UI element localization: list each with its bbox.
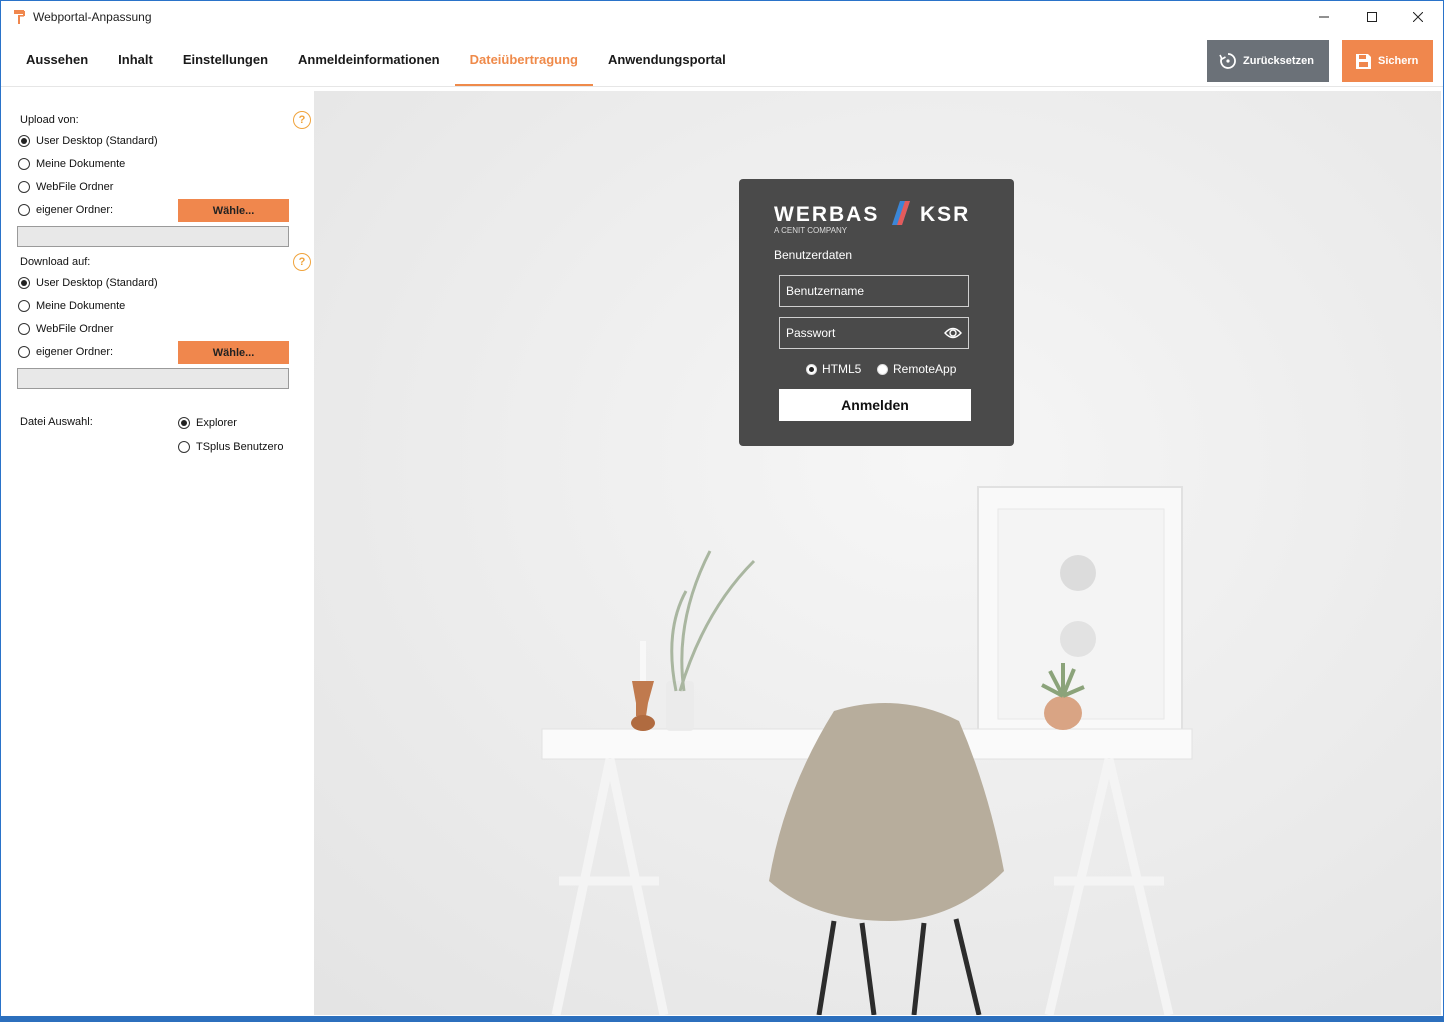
upload-choose-button[interactable]: Wähle... <box>178 199 289 222</box>
tab-inhalt[interactable]: Inhalt <box>103 41 168 87</box>
radio-icon <box>18 300 30 312</box>
login-button[interactable]: Anmelden <box>779 389 971 421</box>
option-label: TSplus Benutzero <box>196 441 284 453</box>
download-option-custom[interactable]: eigener Ordner: <box>18 346 113 358</box>
tab-bar: Aussehen Inhalt Einstellungen Anmeldeinf… <box>11 41 741 87</box>
save-label: Sichern <box>1378 55 1419 67</box>
maximize-icon <box>1367 12 1377 22</box>
upload-option-webfile[interactable]: WebFile Ordner <box>18 181 113 193</box>
tab-anwendungsportal[interactable]: Anwendungsportal <box>593 41 741 87</box>
help-icon[interactable]: ? <box>293 253 311 271</box>
option-label: User Desktop (Standard) <box>36 135 158 147</box>
title-bar: Webportal-Anpassung <box>1 1 1443 33</box>
option-label: WebFile Ordner <box>36 323 114 335</box>
upload-path-field[interactable] <box>17 226 289 247</box>
download-option-webfile[interactable]: WebFile Ordner <box>18 323 113 335</box>
window-title: Webportal-Anpassung <box>33 10 152 24</box>
logo-text-right: KSR <box>920 203 970 226</box>
login-card: WERBAS KSR A CENIT COMPANY Benutzerdaten… <box>739 179 1014 446</box>
radio-icon <box>18 323 30 335</box>
download-label: Download auf: <box>20 256 91 268</box>
portal-preview: WERBAS KSR A CENIT COMPANY Benutzerdaten… <box>314 91 1441 1015</box>
option-label: Meine Dokumente <box>36 300 126 312</box>
radio-icon <box>806 363 817 375</box>
tab-divider <box>1 86 1443 87</box>
radio-icon <box>18 135 30 147</box>
file-selection-label: Datei Auswahl: <box>20 416 93 428</box>
password-field[interactable]: Passwort <box>779 317 969 349</box>
option-label: WebFile Ordner <box>36 181 114 193</box>
upload-label: Upload von: <box>20 114 79 126</box>
radio-icon <box>178 441 190 453</box>
mode-html5[interactable]: HTML5 <box>806 362 861 376</box>
mode-label: HTML5 <box>822 362 862 376</box>
logo-subtitle: A CENIT COMPANY <box>774 226 848 235</box>
download-choose-button[interactable]: Wähle... <box>178 341 289 364</box>
upload-option-custom[interactable]: eigener Ordner: <box>18 204 113 216</box>
download-option-documents[interactable]: Meine Dokumente <box>18 300 125 312</box>
reset-label: Zurücksetzen <box>1243 55 1314 67</box>
tab-dateiuebertragung[interactable]: Dateiübertragung <box>454 41 594 87</box>
reset-icon <box>1219 53 1236 69</box>
file-selection-explorer[interactable]: Explorer <box>178 417 237 429</box>
radio-icon <box>18 158 30 170</box>
reset-button[interactable]: Zurücksetzen <box>1207 40 1329 82</box>
option-label: Explorer <box>196 417 237 429</box>
tab-aussehen[interactable]: Aussehen <box>11 41 103 87</box>
upload-option-documents[interactable]: Meine Dokumente <box>18 158 125 170</box>
radio-icon <box>18 277 30 289</box>
radio-icon <box>877 363 888 375</box>
minimize-button[interactable] <box>1301 1 1347 33</box>
tab-anmeldeinformationen[interactable]: Anmeldeinformationen <box>283 41 455 87</box>
option-label: User Desktop (Standard) <box>36 277 158 289</box>
file-selection-tsplus[interactable]: TSplus Benutzero <box>178 441 283 453</box>
radio-icon <box>18 204 30 216</box>
paint-roller-icon <box>14 10 25 24</box>
help-icon[interactable]: ? <box>293 111 311 129</box>
minimize-icon <box>1319 16 1329 18</box>
radio-icon <box>18 346 30 358</box>
mode-label: RemoteApp <box>893 362 957 376</box>
password-placeholder: Passwort <box>786 326 836 340</box>
werbas-ksr-logo: WERBAS KSR A CENIT COMPANY <box>774 201 970 235</box>
logo-text-left: WERBAS <box>774 203 879 226</box>
option-label: eigener Ordner: <box>36 346 114 358</box>
credentials-title: Benutzerdaten <box>774 248 853 262</box>
close-icon <box>1413 12 1423 22</box>
app-window: Webportal-Anpassung Aussehen Inhalt Eins… <box>0 0 1444 1022</box>
option-label: eigener Ordner: <box>36 204 114 216</box>
mode-remoteapp[interactable]: RemoteApp <box>877 362 956 376</box>
save-icon <box>1356 53 1371 69</box>
maximize-button[interactable] <box>1349 1 1395 33</box>
tab-einstellungen[interactable]: Einstellungen <box>168 41 283 87</box>
download-path-field[interactable] <box>17 368 289 389</box>
radio-icon <box>18 181 30 193</box>
username-field[interactable]: Benutzername <box>779 275 969 307</box>
close-button[interactable] <box>1395 1 1441 33</box>
upload-option-desktop[interactable]: User Desktop (Standard) <box>18 135 158 147</box>
radio-icon <box>178 417 190 429</box>
settings-panel: Upload von: ? User Desktop (Standard) Me… <box>1 91 314 1015</box>
download-option-desktop[interactable]: User Desktop (Standard) <box>18 277 158 289</box>
option-label: Meine Dokumente <box>36 158 126 170</box>
eye-icon[interactable] <box>944 326 962 340</box>
save-button[interactable]: Sichern <box>1342 40 1433 82</box>
